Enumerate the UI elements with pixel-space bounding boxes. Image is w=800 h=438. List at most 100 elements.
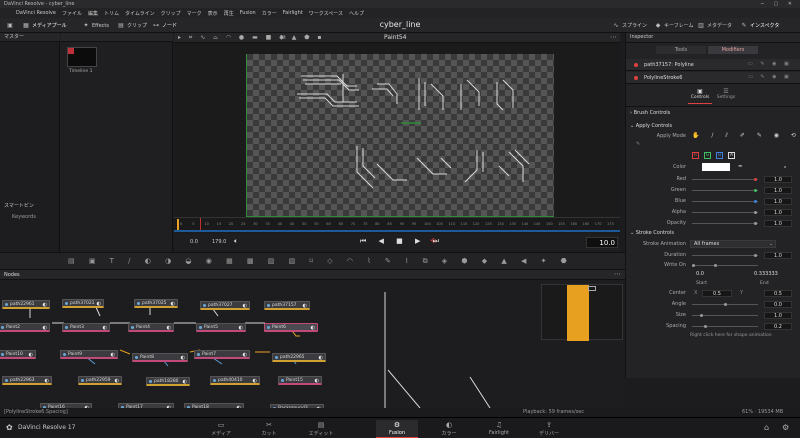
page-fusion[interactable]: ⚙ Fusion: [376, 420, 418, 438]
start-frame-field[interactable]: 0.0: [190, 239, 198, 245]
modifier-item-stroke[interactable]: PolylineStroke6 ▭ ✎ ◉ ▣: [626, 72, 800, 84]
spline-button[interactable]: ∿ スプライン: [610, 21, 649, 30]
shape-animation-hint[interactable]: Right click here for shape animation: [690, 333, 772, 338]
node-preview-icon[interactable]: ◐: [171, 301, 175, 306]
page-fairlight[interactable]: ♫ Fairlight: [478, 420, 520, 438]
node-preview-icon[interactable]: ◐: [43, 325, 47, 330]
audio-icon[interactable]: 🔈︎: [234, 237, 238, 246]
node-preview-icon[interactable]: ◐: [97, 301, 101, 306]
tab-tools[interactable]: Tools: [656, 46, 706, 54]
stroke-controls-section[interactable]: ⌄ Stroke Controls: [630, 230, 674, 236]
menu-item[interactable]: カラー: [262, 10, 277, 17]
node-path37021[interactable]: path37021 ◐: [62, 299, 104, 308]
window-controls[interactable]: ─ ▢ ✕: [761, 0, 796, 8]
navigator-viewport[interactable]: [567, 285, 589, 341]
node-preview-icon[interactable]: ◐: [43, 302, 47, 307]
center-x-field[interactable]: 0.5: [702, 289, 732, 297]
node-preview-icon[interactable]: ◐: [167, 325, 171, 330]
page-edit[interactable]: ▤ エディット: [300, 420, 342, 438]
red-slider[interactable]: [692, 178, 758, 181]
page-media[interactable]: ▭ メディア: [200, 420, 242, 438]
node-paint9[interactable]: Paint9 ◐: [60, 350, 118, 359]
menu-item[interactable]: タイムライン: [125, 10, 155, 17]
node-preview-icon[interactable]: ◐: [243, 303, 247, 308]
angle-value-field[interactable]: 0.0: [764, 300, 792, 308]
channel-r-toggle[interactable]: R: [692, 152, 699, 159]
opacity-slider[interactable]: [692, 222, 758, 225]
node-paint8[interactable]: Paint8 ◐: [132, 353, 188, 362]
node-preview-icon[interactable]: ◐: [181, 355, 185, 360]
media-pool-bin-header[interactable]: マスター: [0, 33, 60, 42]
keyframes-button[interactable]: ◆ キーフレーム: [652, 21, 696, 30]
alpha-value-field[interactable]: 1.0: [764, 208, 792, 216]
duration-slider[interactable]: [692, 254, 758, 257]
viewer-more-icon[interactable]: ⋯: [610, 33, 617, 41]
brush-controls-section[interactable]: › Brush Controls: [630, 110, 670, 116]
menu-item[interactable]: マーク: [187, 10, 202, 17]
size-slider[interactable]: [692, 314, 758, 317]
modifier-item-polyline[interactable]: path37157: Polyline ▭ ✎ ◉ ▣: [626, 59, 800, 71]
stroke-animation-select[interactable]: All frames: [690, 240, 776, 248]
red-value-field[interactable]: 1.0: [764, 175, 792, 183]
node-path37157[interactable]: path37157 ◐: [264, 301, 310, 310]
keyframe-dot[interactable]: [784, 166, 786, 168]
page-color[interactable]: ◐ カラー: [428, 420, 470, 438]
node-navigator[interactable]: [541, 284, 623, 341]
nodes-more-icon[interactable]: ⋯: [614, 270, 621, 278]
node-paint4[interactable]: Paint4 ◐: [128, 323, 174, 332]
node-paint7[interactable]: Paint7 ◐: [194, 350, 250, 359]
write-on-range-slider[interactable]: [692, 264, 758, 267]
menu-item[interactable]: トリム: [104, 10, 119, 17]
page-cut[interactable]: ✂ カット: [248, 420, 290, 438]
menu-item[interactable]: Fusion: [240, 10, 256, 16]
write-on-start-field[interactable]: 0.0: [696, 269, 704, 279]
menu-item[interactable]: ワークスペース: [309, 10, 343, 17]
modifier-actions[interactable]: ▭ ✎ ◉ ▣: [748, 74, 792, 80]
timeline-range-bar[interactable]: [174, 230, 620, 232]
effects-button[interactable]: ✦ Effects: [80, 21, 111, 30]
node-preview-icon[interactable]: ◐: [239, 325, 243, 330]
green-slider[interactable]: [692, 189, 758, 192]
center-y-field[interactable]: 0.5: [764, 289, 792, 297]
node-preview-icon[interactable]: ◐: [319, 355, 323, 360]
node-path22965[interactable]: path22965 ◐: [272, 353, 326, 362]
timeline-clip-thumbnail[interactable]: [67, 47, 97, 67]
nodes-button[interactable]: ⊶ ノード: [150, 21, 179, 30]
node-preview-icon[interactable]: ◐: [45, 378, 49, 383]
node-preview-icon[interactable]: ◐: [315, 378, 319, 383]
menu-item[interactable]: クリップ: [161, 10, 181, 17]
end-frame-field[interactable]: 179.0: [212, 239, 226, 245]
node-path37025[interactable]: path37025 ◐: [134, 299, 178, 308]
node-preview-icon[interactable]: ◐: [303, 303, 307, 308]
viewer-tools[interactable]: ▸ ⌗ ∿ ⌓ ◠ ● ▬ ■ ◆ ▲ ⬟ ▪: [178, 34, 324, 42]
node-paint6[interactable]: Paint6 ◐: [264, 323, 318, 332]
media-pool-button[interactable]: ▦ メディアプール: [20, 21, 69, 30]
opacity-value-field[interactable]: 1.0: [764, 219, 792, 227]
green-value-field[interactable]: 1.0: [764, 186, 792, 194]
angle-slider[interactable]: [692, 303, 758, 306]
node-path22961[interactable]: path22961 ◐: [2, 300, 50, 309]
node-paint3[interactable]: Paint3 ◐: [62, 323, 110, 332]
node-preview-icon[interactable]: ◐: [311, 325, 315, 330]
node-preview-icon[interactable]: ◐: [29, 352, 33, 357]
node-paint5[interactable]: Paint5 ◐: [196, 323, 246, 332]
node-path22963[interactable]: path22963 ◐: [2, 376, 52, 385]
viewer-canvas[interactable]: [246, 54, 554, 217]
menu-item[interactable]: ファイル: [62, 10, 82, 17]
node-preview-icon[interactable]: ◐: [243, 352, 247, 357]
apply-controls-section[interactable]: ⌄ Apply Controls: [630, 123, 672, 129]
modifier-actions[interactable]: ▭ ✎ ◉ ▣: [748, 61, 792, 67]
page-deliver[interactable]: ⇪ デリバー: [528, 420, 570, 438]
menu-item[interactable]: Fairlight: [283, 10, 303, 16]
menu-item[interactable]: ヘルプ: [349, 10, 364, 17]
viewer-zoom[interactable]: Fit: [280, 35, 286, 41]
gear-icon[interactable]: ⚙: [782, 423, 789, 432]
color-swatch[interactable]: [702, 163, 730, 171]
node-path37027[interactable]: path37027 ◐: [200, 301, 250, 310]
metadata-button[interactable]: ▥ メタデータ: [695, 21, 734, 30]
node-paint10[interactable]: Paint10 ◐: [0, 350, 36, 359]
node-editor[interactable]: Nodes ⋯ path22961 ◐ path37021 ◐ path37025 ◐ pa…: [0, 270, 625, 413]
size-value-field[interactable]: 1.0: [764, 311, 792, 319]
node-preview-icon[interactable]: ◐: [253, 378, 257, 383]
node-preview-icon[interactable]: ◐: [103, 325, 107, 330]
